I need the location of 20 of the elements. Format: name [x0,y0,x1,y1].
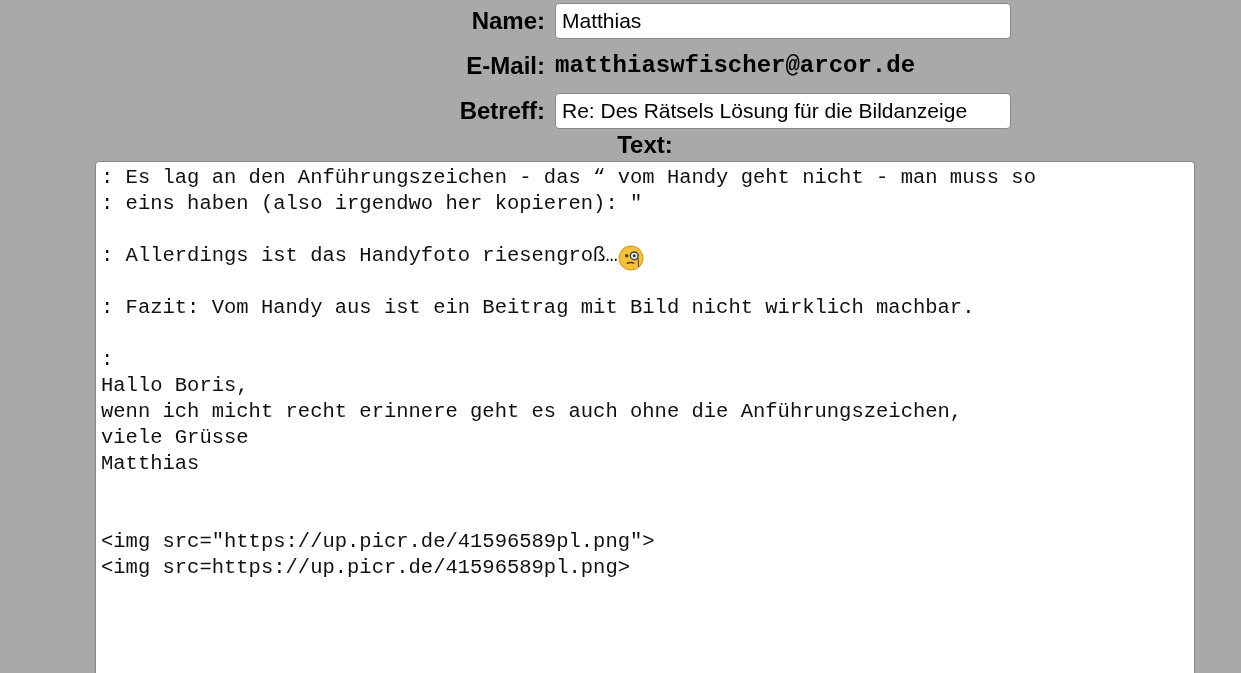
text-line: : eins haben (also irgendwo her kopieren): " [101,191,643,217]
text-line: Hallo Boris, [101,373,249,399]
field-label: Text: [616,130,674,160]
text-line: : Allerdings ist das Handyfoto riesengroß… [101,243,618,269]
monocle-face-icon [617,245,644,271]
text-line: <img src="https://up.picr.de/41596589pl.png"> [101,529,655,555]
email-address: matthiaswfischer@arcor.de [555,51,917,81]
text-line: wenn ich micht recht erinnere geht es auch ohne die Anführungszeichen, [101,399,963,425]
text-line: Matthias [101,451,200,477]
message-field[interactable] [95,161,1195,673]
text-line: : [101,347,114,373]
input-field[interactable]: Matthias [555,3,1011,39]
field-label: Name: [470,7,545,35]
text-line: viele Grüsse [101,425,249,451]
field-label: E-Mail: [465,52,545,80]
text-line: : Es lag an den Anführungszeichen - das “ vom Handy geht nicht - man muss so [101,165,1036,191]
text-line: : Fazit: Vom Handy aus ist ein Beitrag mit Bild nicht wirklich machbar. [101,295,975,321]
input-field[interactable]: Re: Des Rätsels Lösung für die Bildanzeige [555,93,1011,129]
text-line: <img src=https://up.picr.de/41596589pl.png> [101,555,630,581]
field-label: Betreff: [458,97,545,125]
